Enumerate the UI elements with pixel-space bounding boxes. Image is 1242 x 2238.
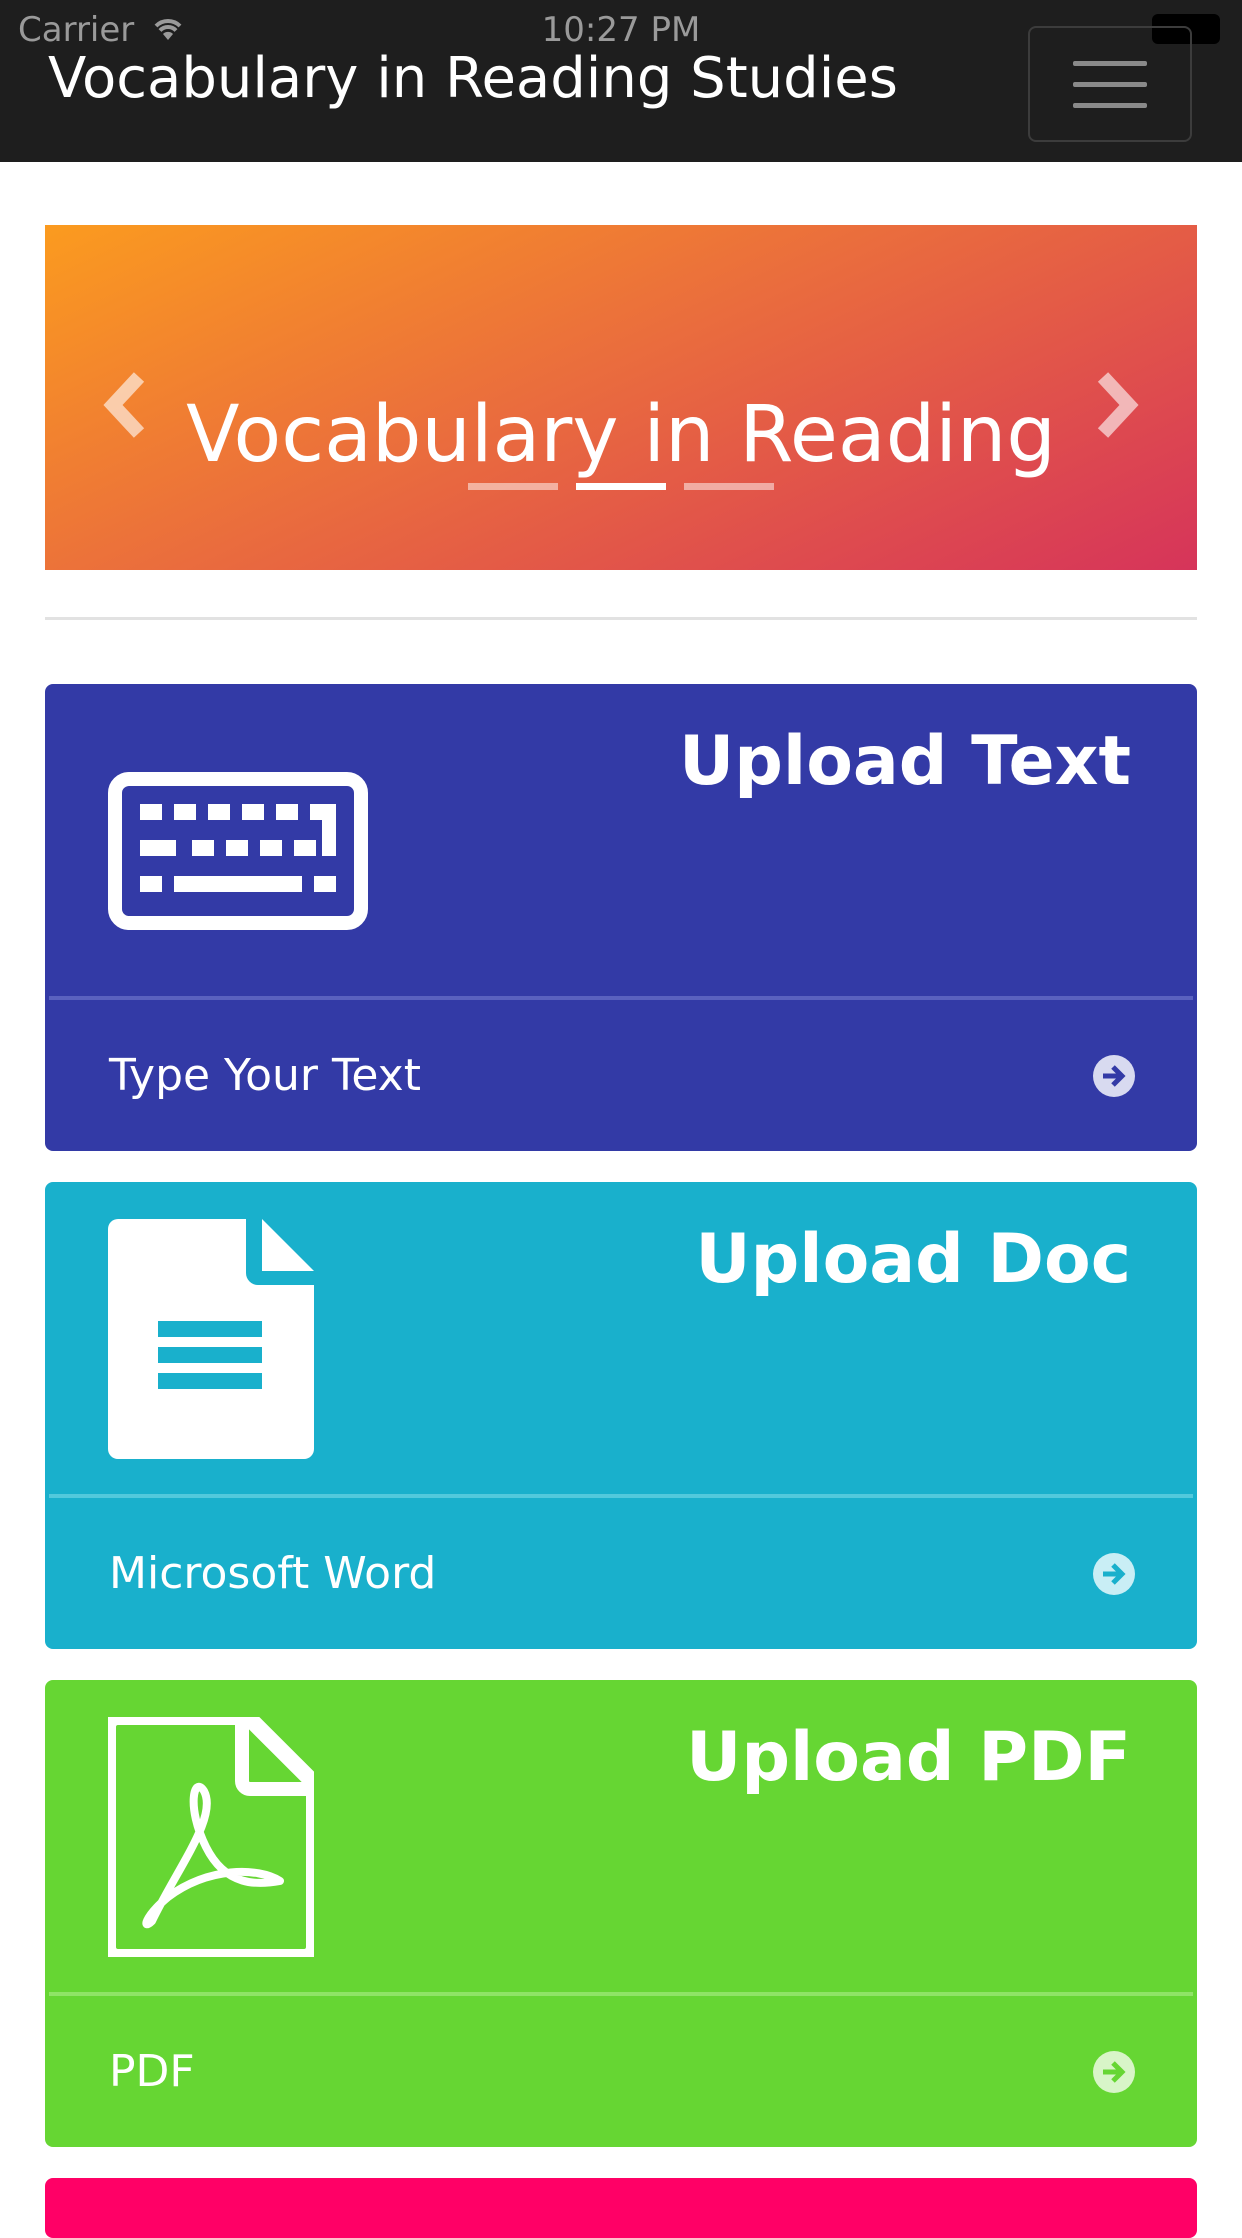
card-footer-link[interactable]: PDF	[45, 1996, 1197, 2147]
upload-pdf-card[interactable]: Upload PDF PDF	[45, 1680, 1197, 2147]
pdf-icon	[108, 1717, 314, 1957]
hamburger-icon-bar	[1073, 81, 1147, 87]
card-header: Upload PDF	[45, 1680, 1197, 1992]
card-footer-label: Type Your Text	[109, 1050, 421, 1101]
carousel-caption: Vocabulary in Reading	[186, 390, 1056, 480]
arrow-circle-right-icon	[1093, 1553, 1135, 1595]
document-icon	[108, 1219, 314, 1459]
hamburger-icon-bar	[1073, 60, 1147, 66]
card-header: Upload Text	[45, 684, 1197, 996]
card-header: Upload Doc	[45, 1182, 1197, 1494]
card-title: Upload PDF	[686, 1718, 1131, 1797]
carousel-indicator-active[interactable]	[576, 483, 666, 490]
card-title: Upload Text	[679, 722, 1131, 801]
hamburger-icon-bar	[1073, 102, 1147, 108]
carousel-indicator[interactable]	[684, 483, 774, 490]
menu-toggle-button[interactable]	[1028, 26, 1192, 142]
card-footer-label: PDF	[109, 2046, 195, 2097]
card-title: Upload Doc	[695, 1220, 1131, 1299]
carousel-indicators	[45, 483, 1197, 490]
chevron-right-icon[interactable]	[1087, 365, 1147, 445]
arrow-circle-right-icon	[1093, 2051, 1135, 2093]
card-footer-link[interactable]: Type Your Text	[45, 1000, 1197, 1151]
app-brand-title[interactable]: Vocabulary in Reading Studies	[48, 46, 898, 111]
upload-text-card[interactable]: Upload Text Type Your Text	[45, 684, 1197, 1151]
card-footer-label: Microsoft Word	[109, 1548, 437, 1599]
section-divider	[45, 617, 1197, 620]
card-footer-link[interactable]: Microsoft Word	[45, 1498, 1197, 1649]
keyboard-icon	[108, 772, 368, 930]
arrow-circle-right-icon	[1093, 1055, 1135, 1097]
next-upload-card[interactable]	[45, 2178, 1197, 2238]
upload-doc-card[interactable]: Upload Doc Microsoft Word	[45, 1182, 1197, 1649]
carousel-indicator[interactable]	[468, 483, 558, 490]
hero-carousel: Vocabulary in Reading	[45, 225, 1197, 570]
navbar: Carrier 10:27 PM Vocabulary in Reading S…	[0, 0, 1242, 162]
